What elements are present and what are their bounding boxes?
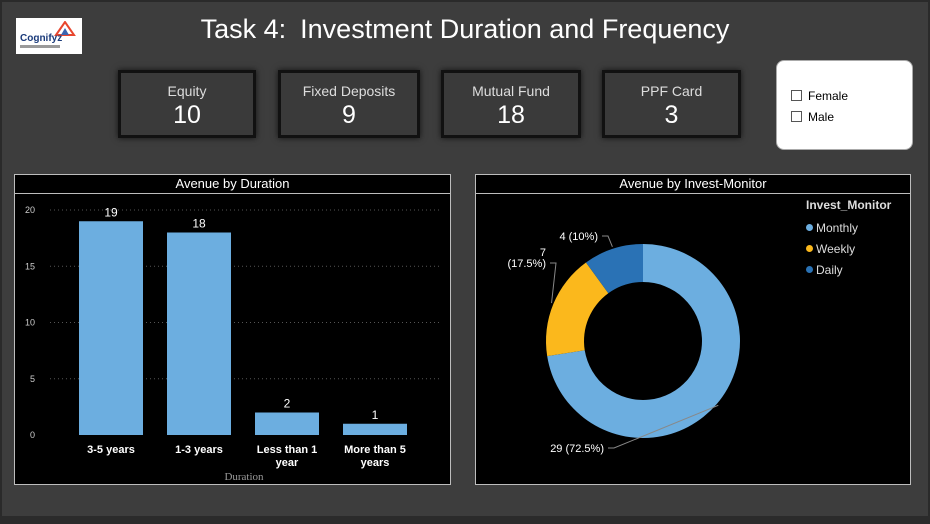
- kpi-card-ppf-card[interactable]: PPF Card 3: [602, 70, 741, 138]
- bar-data-label: 2: [284, 397, 291, 411]
- x-tick-label: 3-5 years: [87, 444, 135, 456]
- bar: [343, 423, 407, 435]
- kpi-card-mutual-fund[interactable]: Mutual Fund 18: [441, 70, 581, 138]
- bar-data-label: 1: [372, 408, 379, 422]
- legend-dot: [806, 224, 813, 231]
- checkbox[interactable]: [791, 90, 802, 101]
- kpi-value: 9: [342, 101, 356, 129]
- legend-item-monthly[interactable]: Monthly: [806, 217, 891, 238]
- kpi-label: PPF Card: [640, 83, 703, 99]
- bar-data-label: 18: [192, 217, 206, 231]
- bar-chart-title: Avenue by Duration: [15, 175, 450, 194]
- legend-label: Monthly: [816, 220, 859, 235]
- legend-label: Daily: [816, 262, 843, 277]
- kpi-value: 3: [664, 101, 679, 129]
- y-tick-label: 0: [30, 430, 35, 440]
- bar: [79, 221, 143, 435]
- bar-chart: 0 5 10 15 20 19 3-5 years 18 1-3 years 2 Less than…: [25, 205, 440, 483]
- x-tick-label: More than 5: [344, 444, 406, 456]
- x-tick-label: years: [361, 457, 390, 469]
- title-prefix: Task 4:: [200, 14, 287, 44]
- legend-dot: [806, 266, 813, 273]
- bar: [167, 232, 231, 435]
- x-tick-label: 1-3 years: [175, 444, 223, 456]
- slicer-option-label: Female: [808, 88, 849, 103]
- donut-chart-title: Avenue by Invest-Monitor: [476, 175, 910, 194]
- y-tick-label: 15: [25, 261, 35, 271]
- y-tick-label: 20: [25, 205, 35, 215]
- donut-leader-line: [602, 235, 613, 248]
- legend-item-weekly[interactable]: Weekly: [806, 238, 891, 259]
- kpi-card-fixed-deposits[interactable]: Fixed Deposits 9: [278, 70, 420, 138]
- kpi-value: 18: [497, 101, 525, 129]
- slicer-option-male[interactable]: Male: [791, 106, 912, 127]
- y-tick-label: 10: [25, 318, 35, 328]
- slicer-option-label: Male: [808, 109, 835, 124]
- legend-dot: [806, 245, 813, 252]
- kpi-label: Fixed Deposits: [302, 83, 396, 99]
- title-text: Investment Duration and Frequency: [300, 14, 730, 44]
- bar-data-label: 19: [104, 205, 118, 219]
- donut-data-label: 4 (10%): [559, 231, 598, 243]
- donut-data-label: (17.5%): [507, 258, 546, 270]
- page-title: Task 4: Investment Duration and Frequency: [0, 14, 930, 45]
- logo-tagline: [20, 45, 60, 48]
- x-tick-label: Less than 1: [257, 444, 318, 456]
- slicer-option-female[interactable]: Female: [791, 85, 912, 106]
- donut-leader-line: [550, 262, 557, 304]
- y-tick-label: 5: [30, 374, 35, 384]
- kpi-value: 10: [173, 101, 201, 129]
- x-axis-title: Duration: [224, 471, 264, 483]
- kpi-card-equity[interactable]: Equity 10: [118, 70, 256, 138]
- donut-chart-panel: Avenue by Invest-Monitor 29 (72.5%) 7 (17.…: [475, 174, 911, 485]
- donut-legend: Invest_Monitor Monthly Weekly Daily: [806, 198, 891, 280]
- kpi-label: Mutual Fund: [472, 83, 550, 99]
- checkbox[interactable]: [791, 111, 802, 122]
- bottom-strip: [0, 516, 930, 524]
- legend-title: Invest_Monitor: [806, 198, 892, 212]
- bar-chart-panel: Avenue by Duration 0 5 10 15 20 19 3-5 years 18…: [14, 174, 451, 485]
- gender-slicer: Female Male: [776, 60, 913, 150]
- x-tick-label: year: [276, 457, 299, 469]
- donut-data-label: 29 (72.5%): [550, 443, 604, 455]
- legend-item-daily[interactable]: Daily: [806, 259, 891, 280]
- bar: [255, 412, 319, 435]
- legend-label: Weekly: [816, 241, 856, 256]
- kpi-label: Equity: [167, 83, 207, 99]
